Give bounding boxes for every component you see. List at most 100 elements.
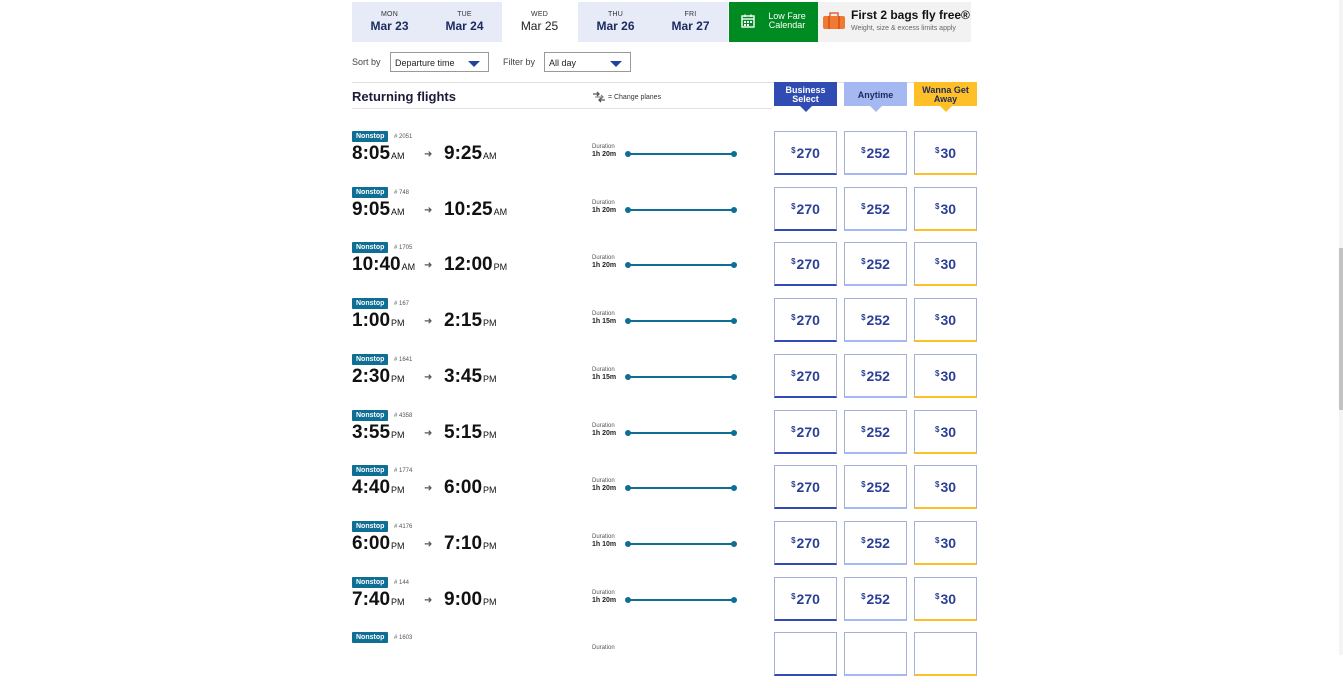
departure-ampm: PM bbox=[391, 597, 405, 607]
fare-header-wanna-get-away: Wanna Get Away bbox=[914, 82, 977, 112]
arrival-ampm: PM bbox=[483, 374, 497, 384]
currency-symbol: $ bbox=[861, 425, 866, 434]
suitcase-icon bbox=[823, 12, 845, 29]
duration-value: 1h 20m bbox=[592, 151, 617, 158]
fare-option-1[interactable]: $252 bbox=[844, 242, 907, 286]
fare-option-0[interactable]: $270 bbox=[774, 465, 837, 509]
fare-amount: 270 bbox=[796, 201, 820, 217]
departure-ampm: AM bbox=[391, 207, 405, 217]
change-planes-label: = Change planes bbox=[607, 93, 662, 101]
fare-option-2[interactable]: $30 bbox=[914, 131, 977, 175]
fare-option-1[interactable]: $252 bbox=[844, 521, 907, 565]
currency-symbol: $ bbox=[934, 592, 940, 601]
origin-dot bbox=[625, 485, 631, 491]
fare-price: $252 bbox=[845, 256, 906, 272]
fare-option-1[interactable] bbox=[844, 632, 907, 676]
fare-option-2[interactable]: $30 bbox=[914, 354, 977, 398]
date-dow: THU bbox=[608, 11, 623, 18]
fare-option-2[interactable] bbox=[914, 632, 977, 676]
fare-option-1[interactable]: $252 bbox=[844, 298, 907, 342]
arrival-time-value: 12:00 bbox=[444, 254, 493, 275]
currency-symbol: $ bbox=[791, 425, 796, 434]
fare-amount: 30 bbox=[940, 312, 957, 328]
fare-amount: 252 bbox=[866, 535, 890, 551]
divider bbox=[352, 108, 772, 109]
change-planes-icon bbox=[593, 91, 605, 103]
sort-label: Sort by bbox=[352, 57, 381, 67]
fare-option-0[interactable]: $270 bbox=[774, 131, 837, 175]
arrival-time-value: 5:15 bbox=[444, 422, 483, 443]
fare-option-0[interactable]: $270 bbox=[774, 521, 837, 565]
fare-price: $30 bbox=[915, 256, 976, 272]
date-tab-0[interactable]: MON Mar 23 bbox=[352, 2, 427, 42]
fare-option-2[interactable]: $30 bbox=[914, 410, 977, 454]
arrival-time: 10:25AM bbox=[444, 199, 507, 221]
fare-option-0[interactable] bbox=[774, 632, 837, 676]
bags-title: First 2 bags fly free® bbox=[851, 8, 970, 22]
fare-option-2[interactable]: $30 bbox=[914, 521, 977, 565]
fare-price: $252 bbox=[845, 368, 906, 384]
departure-ampm: PM bbox=[391, 541, 405, 551]
fare-option-2[interactable]: $30 bbox=[914, 298, 977, 342]
fare-amount: 252 bbox=[866, 368, 890, 384]
departure-time-value: 10:40 bbox=[352, 254, 401, 275]
flight-number: # 1641 bbox=[394, 357, 413, 363]
sort-select[interactable]: Departure time bbox=[390, 52, 489, 72]
currency-symbol: $ bbox=[934, 480, 940, 489]
date-selector: MON Mar 23 TUE Mar 24 WED Mar 25 THU Mar… bbox=[352, 2, 971, 42]
departure-ampm: PM bbox=[391, 318, 405, 328]
duration-value: 1h 20m bbox=[592, 207, 617, 214]
duration-value: 1h 20m bbox=[592, 430, 617, 437]
fare-option-1[interactable]: $252 bbox=[844, 187, 907, 231]
date-dow: FRI bbox=[684, 11, 697, 18]
arrival-time: 2:15PM bbox=[444, 310, 497, 332]
fare-price: $270 bbox=[775, 368, 836, 384]
currency-symbol: $ bbox=[934, 536, 940, 545]
fare-option-1[interactable]: $252 bbox=[844, 354, 907, 398]
fare-option-0[interactable]: $270 bbox=[774, 577, 837, 621]
scrollbar-thumb[interactable] bbox=[1339, 248, 1343, 410]
fare-price: $252 bbox=[845, 591, 906, 607]
fare-option-0[interactable]: $270 bbox=[774, 354, 837, 398]
low-fare-calendar-button[interactable]: Low Fare Calendar bbox=[729, 2, 818, 42]
destination-dot bbox=[731, 374, 737, 380]
filter-label: Filter by bbox=[503, 57, 536, 67]
date-tab-4[interactable]: FRI Mar 27 bbox=[653, 2, 728, 42]
fare-option-0[interactable]: $270 bbox=[774, 187, 837, 231]
fare-option-2[interactable]: $30 bbox=[914, 577, 977, 621]
arrival-time-value: 9:00 bbox=[444, 589, 483, 610]
date-tab-2-selected[interactable]: WED Mar 25 bbox=[502, 2, 577, 42]
arrival-time: 12:00PM bbox=[444, 254, 507, 276]
fare-option-2[interactable]: $30 bbox=[914, 187, 977, 231]
duration-value: 1h 15m bbox=[592, 318, 617, 325]
origin-dot bbox=[625, 207, 631, 213]
fare-option-1[interactable]: $252 bbox=[844, 465, 907, 509]
fare-option-0[interactable]: $270 bbox=[774, 242, 837, 286]
filter-select[interactable]: All day bbox=[544, 52, 631, 72]
route-line bbox=[628, 487, 734, 489]
fare-header-line1: Anytime bbox=[857, 90, 894, 100]
fare-option-0[interactable]: $270 bbox=[774, 410, 837, 454]
fare-price: $252 bbox=[845, 479, 906, 495]
duration-label: Duration bbox=[592, 590, 615, 596]
date-tab-1[interactable]: TUE Mar 24 bbox=[427, 2, 502, 42]
fare-price: $252 bbox=[845, 535, 906, 551]
nonstop-badge: Nonstop bbox=[352, 465, 389, 476]
departure-ampm: PM bbox=[391, 374, 405, 384]
fare-option-1[interactable]: $252 bbox=[844, 131, 907, 175]
fare-price: $30 bbox=[915, 424, 976, 440]
fare-option-1[interactable]: $252 bbox=[844, 410, 907, 454]
arrival-ampm: PM bbox=[483, 485, 497, 495]
currency-symbol: $ bbox=[861, 146, 866, 155]
fare-amount: 270 bbox=[796, 312, 820, 328]
date-tab-3[interactable]: THU Mar 26 bbox=[578, 2, 653, 42]
arrow-right-icon: ➜ bbox=[424, 428, 433, 439]
fare-option-2[interactable]: $30 bbox=[914, 242, 977, 286]
fare-option-0[interactable]: $270 bbox=[774, 298, 837, 342]
currency-symbol: $ bbox=[934, 146, 940, 155]
fare-option-2[interactable]: $30 bbox=[914, 465, 977, 509]
currency-symbol: $ bbox=[861, 536, 866, 545]
fare-header-anytime: Anytime bbox=[844, 82, 907, 112]
nonstop-badge: Nonstop bbox=[352, 410, 389, 421]
fare-option-1[interactable]: $252 bbox=[844, 577, 907, 621]
